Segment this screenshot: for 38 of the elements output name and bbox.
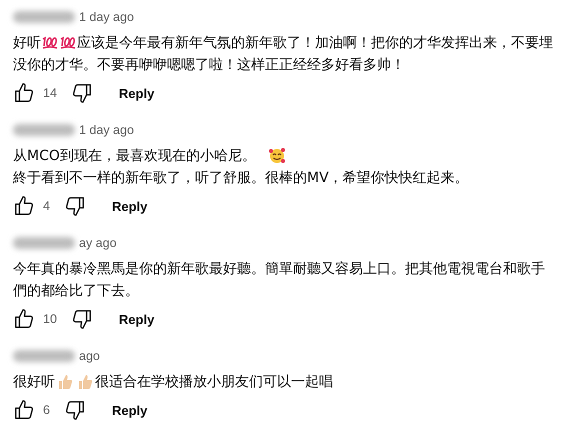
- hundred-points-icon: [42, 36, 58, 50]
- thumbs-up-icon: [57, 374, 73, 390]
- like-count: 6: [43, 403, 50, 417]
- reply-button[interactable]: Reply: [110, 80, 162, 106]
- blurred-username: [13, 124, 75, 136]
- comment-text: 应该是今年最有新年气氛的新年歌了！加油啊！把你的才华发挥出来，不要埋: [77, 34, 553, 53]
- comment-text: 今年真的暴冷黑馬是你的新年歌最好聽。簡單耐聽又容易上口。把其他電視電台和歌手: [13, 260, 545, 279]
- thumbs-down-icon[interactable]: [64, 399, 86, 421]
- reply-button[interactable]: Reply: [110, 306, 162, 332]
- comment-text: 好听: [13, 34, 41, 53]
- blurred-username: [13, 350, 75, 362]
- comment-time: ay ago: [79, 236, 117, 250]
- comment-time: 1 day ago: [79, 123, 134, 137]
- comment-time: 1 day ago: [79, 10, 134, 24]
- smiling-face-with-hearts-icon: [268, 147, 286, 165]
- blurred-username: [13, 11, 75, 23]
- thumbs-down-icon[interactable]: [70, 82, 93, 104]
- comment-text: 們的都给比了下去。: [13, 282, 139, 301]
- comment-time: ago: [79, 349, 100, 363]
- thumbs-up-icon[interactable]: [13, 82, 35, 104]
- comment-text: 没你的才华。不要再咿咿嗯嗯了啦！这样正正经经多好看多帅！: [13, 56, 405, 75]
- thumbs-up-icon: [77, 374, 93, 390]
- thumbs-up-icon[interactable]: [13, 308, 35, 330]
- comment-text: 終于看到不一样的新年歌了，听了舒服。很棒的MV，希望你快快红起来。: [13, 169, 469, 188]
- reply-button[interactable]: Reply: [104, 396, 156, 424]
- reply-button[interactable]: Reply: [104, 192, 156, 220]
- like-count: 10: [43, 312, 57, 326]
- like-count: 14: [43, 86, 57, 100]
- comment-text: 很适合在学校播放小朋友们可以一起唱: [95, 373, 333, 392]
- comment-text: 从MCO到现在，最喜欢现在的小哈尼。: [13, 147, 256, 166]
- thumbs-up-icon[interactable]: [13, 399, 35, 421]
- thumbs-down-icon[interactable]: [64, 195, 86, 217]
- blurred-username: [13, 237, 75, 249]
- hundred-points-icon: [60, 36, 76, 50]
- like-count: 4: [43, 199, 50, 213]
- comment-text: 很好听: [13, 373, 55, 392]
- thumbs-down-icon[interactable]: [70, 308, 93, 330]
- thumbs-up-icon[interactable]: [13, 195, 35, 217]
